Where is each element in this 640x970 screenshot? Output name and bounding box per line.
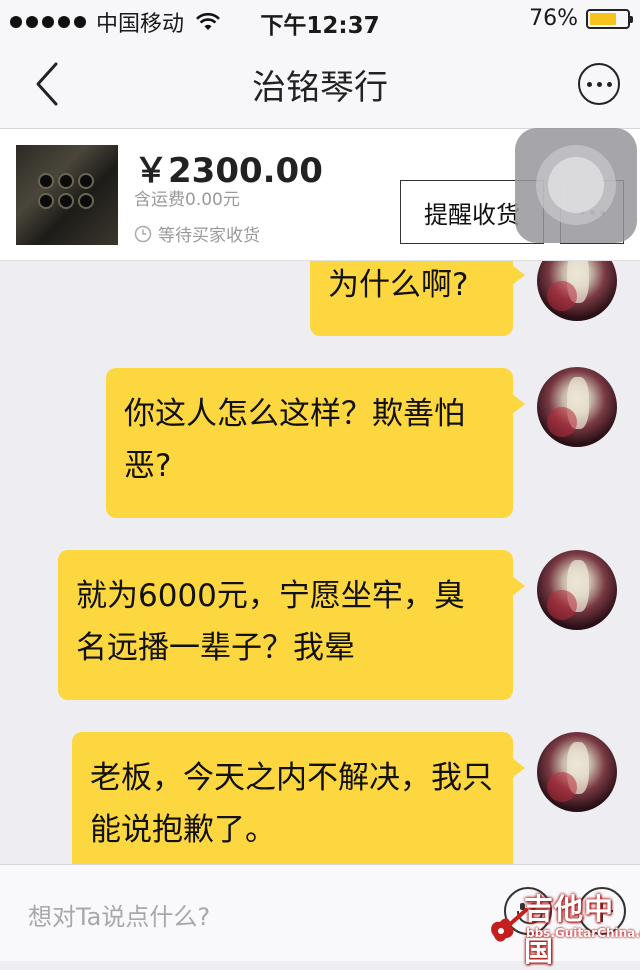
navigation-bar: 治铭琴行: [0, 40, 640, 129]
avatar[interactable]: [537, 732, 617, 812]
avatar[interactable]: [537, 367, 617, 447]
product-thumbnail[interactable]: [16, 145, 118, 245]
message-bubble[interactable]: 老板，今天之内不解决，我只能说抱歉了。: [72, 732, 525, 864]
avatar[interactable]: [537, 550, 617, 630]
avatar[interactable]: [537, 261, 617, 321]
emoji-icon[interactable]: [504, 887, 552, 935]
message-bubble[interactable]: 你这人怎么这样？欺善怕恶?: [106, 368, 525, 518]
message-input[interactable]: [26, 899, 450, 935]
thumbnail-knobs: [40, 175, 92, 207]
battery-icon: [586, 8, 633, 29]
battery-percent: 76%: [529, 6, 578, 31]
status-right: 76%: [529, 6, 633, 31]
assistive-touch-button[interactable]: [515, 128, 637, 243]
input-bar: [0, 864, 640, 961]
clock-icon: [134, 225, 152, 242]
order-status-label: 等待买家收货: [158, 226, 260, 246]
status-bar: 中国移动 下午12:37 76%: [0, 0, 640, 40]
order-status: 等待买家收货: [134, 221, 260, 246]
message-bubble[interactable]: 就为6000元，宁愿坐牢，臭名远播一辈子？我晕: [58, 550, 525, 700]
battery-fill: [590, 12, 617, 25]
more-circle-icon[interactable]: [578, 63, 620, 105]
message-bubble[interactable]: 为什么啊?: [310, 261, 525, 336]
page-title: 治铭琴行: [252, 68, 388, 108]
message-list: 为什么啊? 你这人怎么这样？欺善怕恶? 就为6000元，宁愿坐牢，臭名远播一辈子…: [0, 261, 640, 864]
shipping-fee: 含运费0.00元: [134, 190, 240, 210]
plus-circle-icon[interactable]: [578, 887, 626, 935]
